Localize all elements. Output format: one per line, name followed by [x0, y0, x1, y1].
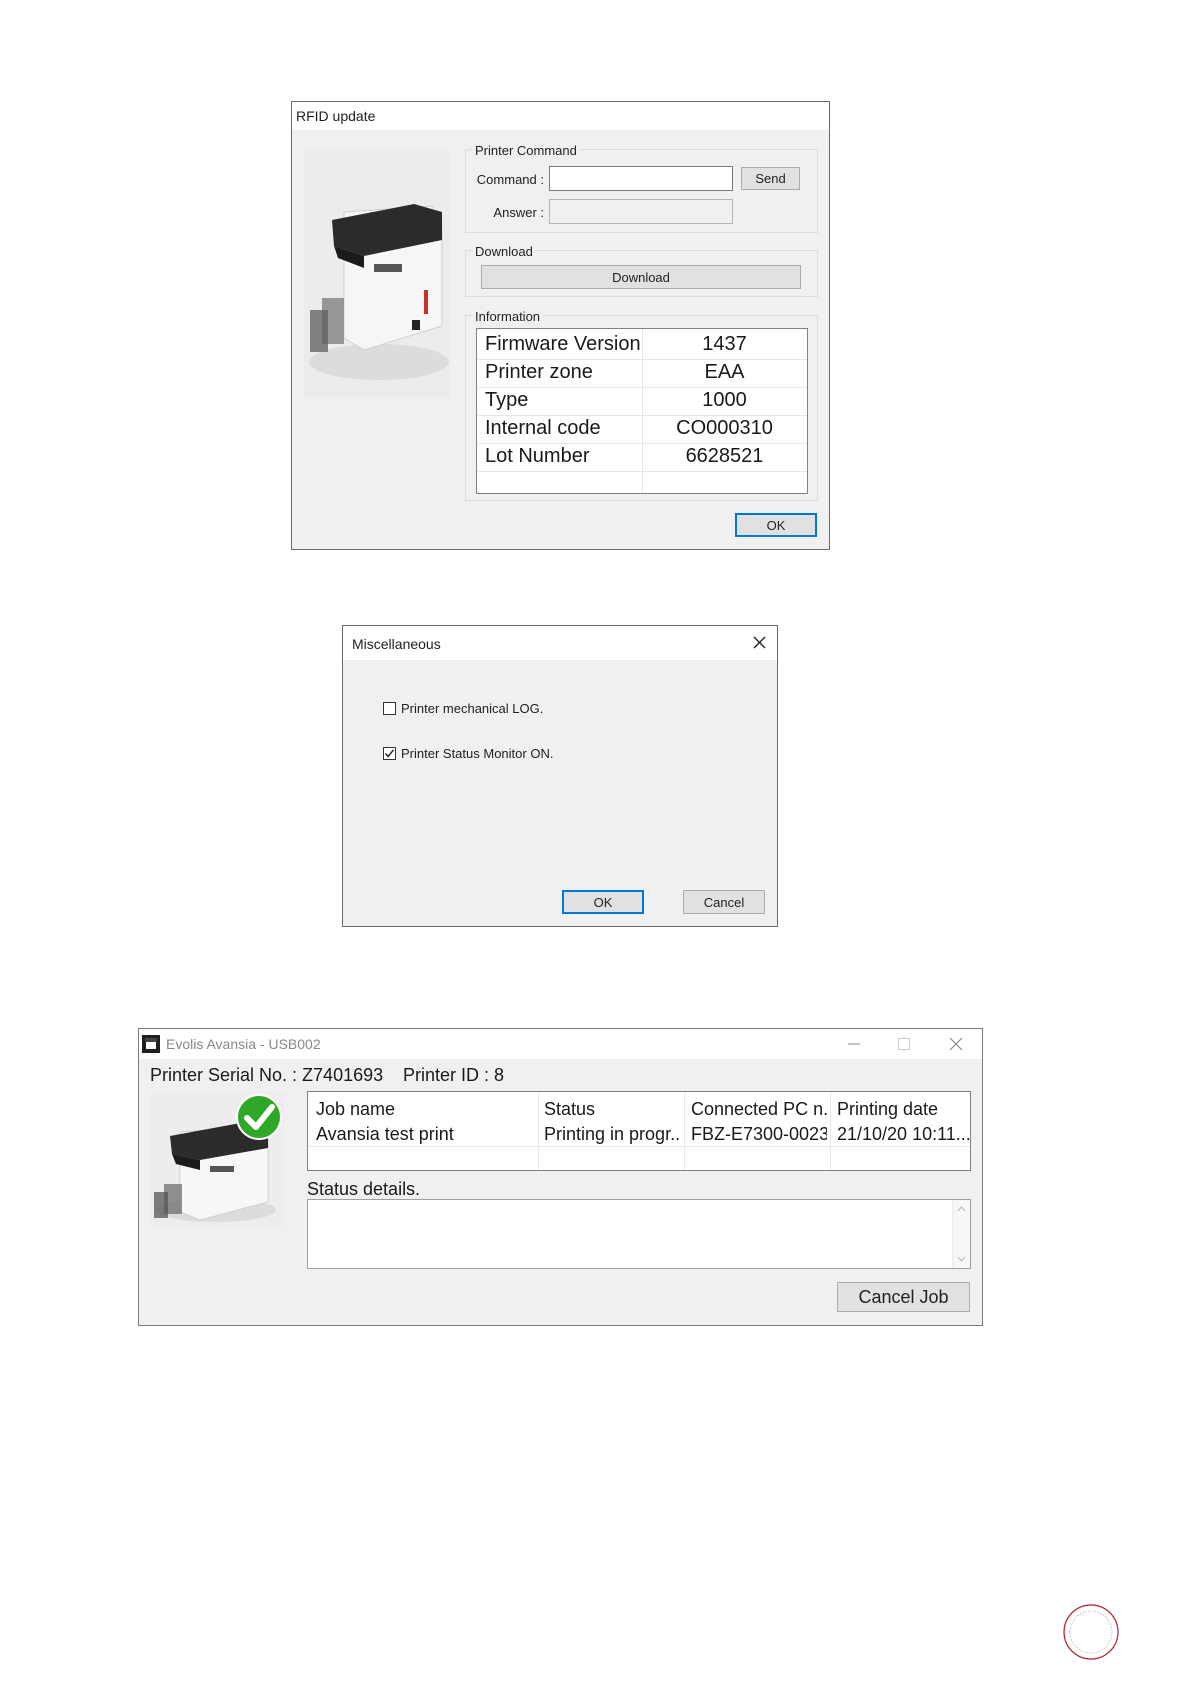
info-key: Type: [485, 389, 529, 411]
info-row-internal-code: Internal code CO000310: [477, 413, 807, 444]
command-label: Command :: [476, 172, 544, 187]
info-value: CO000310: [676, 417, 773, 439]
send-button[interactable]: Send: [741, 167, 800, 190]
status-details-label: Status details.: [307, 1179, 421, 1199]
job-status-cell: Printing in progr...: [544, 1124, 680, 1144]
printer-status-window: Evolis Avansia - USB002 Printer Serial N…: [138, 1028, 983, 1326]
mechanical-log-label: Printer mechanical LOG.: [401, 701, 544, 716]
job-name-cell: Avansia test print: [316, 1124, 454, 1144]
rfid-title-bar: RFID update: [292, 102, 829, 130]
misc-title-bar: Miscellaneous: [343, 626, 777, 660]
maximize-icon[interactable]: [897, 1037, 911, 1051]
misc-ok-button[interactable]: OK: [562, 890, 644, 914]
status-monitor-label: Printer Status Monitor ON.: [401, 746, 554, 761]
status-details-scrollbar[interactable]: [952, 1200, 970, 1268]
info-key: Firmware Version: [485, 333, 641, 355]
job-list[interactable]: Job name Status Connected PC n... Printi…: [307, 1091, 971, 1171]
status-title-bar: Evolis Avansia - USB002: [139, 1029, 982, 1059]
misc-dialog-title: Miscellaneous: [352, 636, 441, 652]
info-value: EAA: [704, 361, 745, 383]
checkmark-icon: [384, 749, 395, 758]
close-icon[interactable]: [752, 635, 767, 650]
column-header-printing-date[interactable]: Printing date: [837, 1099, 970, 1120]
info-value: 1437: [702, 333, 747, 355]
minimize-icon[interactable]: [847, 1037, 861, 1051]
status-details-box[interactable]: [307, 1199, 971, 1269]
printing-date-cell: 21/10/20 10:11...: [837, 1124, 971, 1144]
table-row[interactable]: Avansia test print Printing in progr... …: [308, 1120, 970, 1147]
scroll-down-icon[interactable]: [957, 1256, 966, 1262]
column-header-status[interactable]: Status: [544, 1099, 680, 1120]
rfid-ok-button[interactable]: OK: [735, 513, 817, 537]
miscellaneous-dialog: Miscellaneous Printer mechanical LOG. Pr…: [342, 625, 778, 927]
rfid-dialog-title: RFID update: [296, 108, 376, 124]
info-key: Printer zone: [485, 361, 593, 383]
info-value: 1000: [702, 389, 747, 411]
column-header-job-name[interactable]: Job name: [316, 1099, 534, 1120]
page-seal-icon: [1063, 1604, 1119, 1660]
command-input[interactable]: [549, 166, 733, 191]
scroll-up-icon[interactable]: [957, 1206, 966, 1212]
information-group-label: Information: [472, 309, 544, 324]
answer-label: Answer :: [493, 205, 544, 220]
printer-image: [304, 150, 450, 398]
download-group-label: Download: [472, 244, 536, 259]
download-button[interactable]: Download: [481, 265, 801, 289]
connected-pc-cell: FBZ-E7300-0023: [691, 1124, 827, 1144]
answer-field: [549, 199, 733, 224]
info-row-lot-number: Lot Number 6628521: [477, 441, 807, 472]
cancel-job-button[interactable]: Cancel Job: [837, 1282, 970, 1312]
rfid-update-dialog: RFID update Printer Command Command : Se…: [291, 101, 830, 550]
info-key: Internal code: [485, 417, 601, 439]
column-header-connected-pc[interactable]: Connected PC n...: [691, 1099, 827, 1120]
app-icon: [142, 1035, 160, 1053]
info-row-type: Type 1000: [477, 385, 807, 416]
status-monitor-checkbox[interactable]: [383, 747, 396, 760]
status-window-title: Evolis Avansia - USB002: [166, 1036, 321, 1052]
information-grid: Firmware Version 1437 Printer zone EAA T…: [476, 328, 808, 494]
printer-serial-label: Printer Serial No. : Z7401693: [150, 1065, 384, 1085]
printer-id-label: Printer ID : 8: [403, 1065, 505, 1085]
info-key: Lot Number: [485, 445, 590, 467]
mechanical-log-checkbox[interactable]: [383, 702, 396, 715]
checkmark-icon: [236, 1094, 282, 1140]
info-row-printer-zone: Printer zone EAA: [477, 357, 807, 388]
info-row-firmware: Firmware Version 1437: [477, 329, 807, 360]
misc-cancel-button[interactable]: Cancel: [683, 890, 765, 914]
close-icon[interactable]: [949, 1037, 963, 1051]
info-value: 6628521: [685, 445, 764, 467]
printer-command-group-label: Printer Command: [472, 143, 580, 158]
